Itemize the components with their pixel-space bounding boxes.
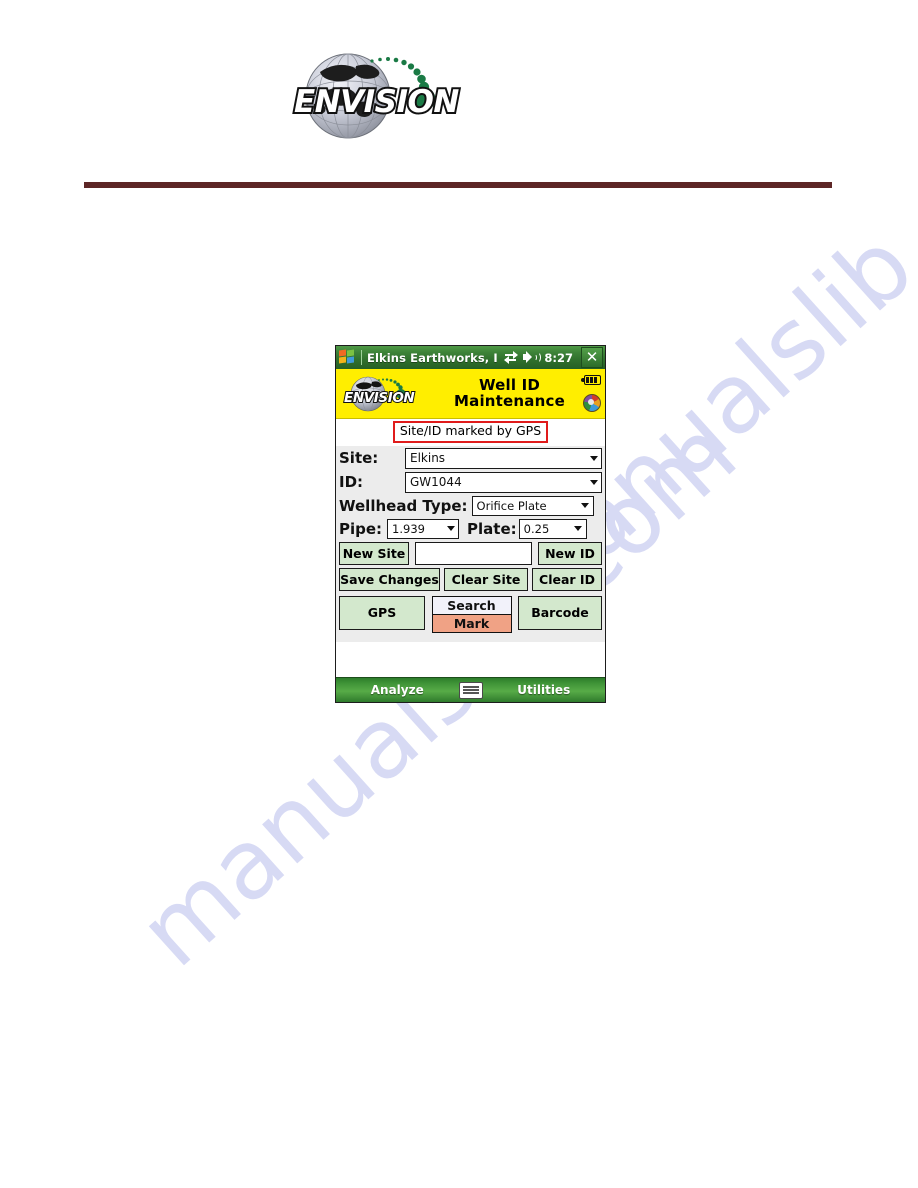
actions-row: GPS Search Mark Barcode xyxy=(339,595,602,633)
form-spacer xyxy=(339,633,602,639)
title-bar-icons: 8:27 ✕ xyxy=(504,347,605,368)
device-title-bar: Elkins Earthworks, I 8:27 ✕ xyxy=(336,346,605,369)
chevron-down-icon[interactable] xyxy=(586,472,601,492)
app-header: ENVISION Well ID Maintenance xyxy=(336,369,605,419)
windows-flag-icon xyxy=(339,349,356,365)
wellhead-type-label: Wellhead Type: xyxy=(339,496,468,515)
svg-text:ENVISION: ENVISION xyxy=(294,84,459,120)
satellite-status-icon[interactable] xyxy=(583,393,601,412)
site-row: Site: Elkins xyxy=(339,447,602,469)
wellhead-type-dropdown[interactable]: Orifice Plate xyxy=(471,495,594,516)
app-envision-logo-icon: ENVISION xyxy=(338,373,424,415)
gps-button[interactable]: GPS xyxy=(339,595,425,630)
device-app-title: Elkins Earthworks, I xyxy=(367,350,498,365)
app-status-icons xyxy=(580,371,603,416)
chevron-down-icon[interactable] xyxy=(577,496,593,515)
title-separator xyxy=(361,350,362,365)
plate-value: 0.25 xyxy=(523,521,550,536)
id-label: ID: xyxy=(339,473,364,492)
save-clear-row: Save Changes Clear Site Clear ID xyxy=(339,567,602,591)
new-site-button[interactable]: New Site xyxy=(339,541,409,565)
close-button[interactable]: ✕ xyxy=(581,347,603,368)
wellhead-type-row: Wellhead Type: Orifice Plate xyxy=(339,495,602,516)
pipe-dropdown[interactable]: 1.939 xyxy=(387,518,460,539)
site-value: Elkins xyxy=(410,451,446,466)
keyboard-icon[interactable] xyxy=(458,681,483,699)
pipe-value: 1.939 xyxy=(392,521,425,536)
pda-device-screenshot: Elkins Earthworks, I 8:27 ✕ ENVISION Wel… xyxy=(335,345,606,703)
utilities-menu-button[interactable]: Utilities xyxy=(483,683,606,697)
site-label: Site: xyxy=(339,449,379,468)
pipe-plate-row: Pipe: 1.939 Plate: 0.25 xyxy=(339,518,602,539)
id-value: GW1044 xyxy=(410,475,462,490)
barcode-button[interactable]: Barcode xyxy=(518,595,602,630)
site-dropdown[interactable]: Elkins xyxy=(405,447,602,469)
well-id-form: Site: Elkins ID: GW1044 Wellhead Type: O… xyxy=(336,445,605,642)
device-bottom-bar: Analyze Utilities xyxy=(336,677,605,702)
search-mark-toggle[interactable]: Search Mark xyxy=(431,595,512,633)
app-title-heading: Well ID Maintenance xyxy=(414,377,605,410)
pipe-label: Pipe: xyxy=(339,519,383,538)
id-row: ID: GW1044 xyxy=(339,471,602,493)
wellhead-type-value: Orifice Plate xyxy=(476,498,547,513)
clear-site-button[interactable]: Clear Site xyxy=(444,567,528,591)
gps-marked-notice: Site/ID marked by GPS xyxy=(392,421,549,443)
envision-logo: ENVISION xyxy=(276,44,476,144)
id-dropdown[interactable]: GW1044 xyxy=(405,471,602,493)
clock-time[interactable]: 8:27 xyxy=(544,351,573,365)
speaker-icon[interactable] xyxy=(523,351,542,364)
new-entry-row: New Site New ID xyxy=(339,541,602,565)
plate-label: Plate: xyxy=(467,519,517,538)
search-toggle-option[interactable]: Search xyxy=(432,596,511,615)
analyze-menu-button[interactable]: Analyze xyxy=(336,683,459,697)
mark-toggle-option[interactable]: Mark xyxy=(432,614,511,632)
connectivity-icon[interactable] xyxy=(504,351,519,364)
gps-notice-row: Site/ID marked by GPS xyxy=(336,419,605,446)
chevron-down-icon[interactable] xyxy=(443,519,459,538)
battery-icon[interactable] xyxy=(580,375,601,386)
clear-id-button[interactable]: Clear ID xyxy=(532,567,602,591)
chevron-down-icon[interactable] xyxy=(570,519,586,538)
chevron-down-icon[interactable] xyxy=(586,448,601,468)
save-changes-button[interactable]: Save Changes xyxy=(339,567,440,591)
plate-dropdown[interactable]: 0.25 xyxy=(518,518,587,539)
svg-text:ENVISION: ENVISION xyxy=(344,390,415,406)
new-entry-input[interactable] xyxy=(415,541,532,565)
new-id-button[interactable]: New ID xyxy=(538,541,602,565)
header-divider-rule xyxy=(84,182,832,188)
app-title-line-2: Maintenance xyxy=(454,391,565,410)
